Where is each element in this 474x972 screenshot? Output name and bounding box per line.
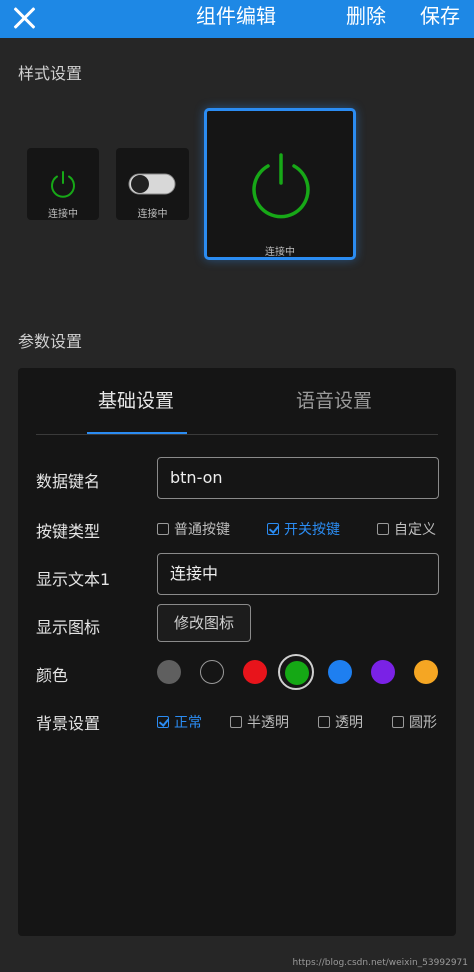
background-normal-checkbox[interactable]: 正常: [157, 712, 202, 732]
button-type-normal-checkbox[interactable]: 普通按键: [157, 519, 230, 539]
power-icon: [252, 153, 310, 219]
save-button[interactable]: 保存: [420, 2, 460, 30]
button-type-custom-checkbox[interactable]: 自定义: [377, 519, 436, 539]
button-type-label: 按键类型: [36, 522, 101, 541]
card-label: 连接中: [48, 209, 78, 220]
tab-active-indicator: [87, 432, 187, 434]
page-title: 组件编辑: [196, 4, 276, 28]
color-swatch-black[interactable]: [200, 660, 224, 684]
checkbox-icon: [157, 523, 169, 535]
settings-panel: 基础设置 语音设置 数据键名 btn-on 按键类型 普通按键 开关按键 自定义…: [18, 368, 456, 936]
card-label: 连接中: [265, 247, 295, 258]
display-text-label: 显示文本1: [36, 570, 111, 589]
power-icon: [51, 171, 75, 198]
watermark: https://blog.csdn.net/weixin_53992971: [292, 958, 468, 968]
color-swatch-purple[interactable]: [371, 660, 395, 684]
background-translucent-checkbox[interactable]: 半透明: [230, 712, 289, 732]
checkbox-icon: [392, 716, 404, 728]
tab-divider: [36, 434, 438, 435]
style-card-toggle[interactable]: 连接中: [116, 148, 189, 220]
card-label: 连接中: [137, 209, 168, 220]
change-icon-button[interactable]: 修改图标: [157, 604, 251, 642]
style-card-power-selected[interactable]: 连接中: [204, 108, 356, 260]
button-type-switch-checkbox[interactable]: 开关按键: [267, 519, 340, 539]
color-swatch-blue[interactable]: [328, 660, 352, 684]
color-swatch-red[interactable]: [243, 660, 267, 684]
top-bar: 组件编辑 删除 保存: [0, 0, 474, 38]
delete-button[interactable]: 删除: [346, 2, 386, 30]
toggle-switch-icon: [128, 173, 176, 195]
checkbox-icon: [230, 716, 242, 728]
background-label: 背景设置: [36, 714, 101, 733]
param-section-title: 参数设置: [18, 332, 83, 351]
checkbox-icon: [318, 716, 330, 728]
style-section-title: 样式设置: [18, 64, 83, 83]
color-swatch-gray[interactable]: [157, 660, 181, 684]
checkbox-icon: [377, 523, 389, 535]
background-transparent-checkbox[interactable]: 透明: [318, 712, 363, 732]
tab-voice-settings[interactable]: 语音设置: [296, 386, 372, 413]
display-text-input[interactable]: 连接中: [157, 553, 439, 595]
data-key-input[interactable]: btn-on: [157, 457, 439, 499]
tab-basic-settings[interactable]: 基础设置: [98, 386, 174, 413]
display-icon-label: 显示图标: [36, 618, 101, 637]
color-label: 颜色: [36, 666, 69, 685]
checkbox-checked-icon: [157, 716, 169, 728]
background-circle-checkbox[interactable]: 圆形: [392, 712, 437, 732]
color-swatch-orange[interactable]: [414, 660, 438, 684]
checkbox-checked-icon: [267, 523, 279, 535]
data-key-label: 数据键名: [36, 472, 101, 491]
style-card-power-small[interactable]: 连接中: [27, 148, 99, 220]
close-icon[interactable]: [12, 6, 36, 30]
color-swatch-green[interactable]: [285, 661, 309, 685]
